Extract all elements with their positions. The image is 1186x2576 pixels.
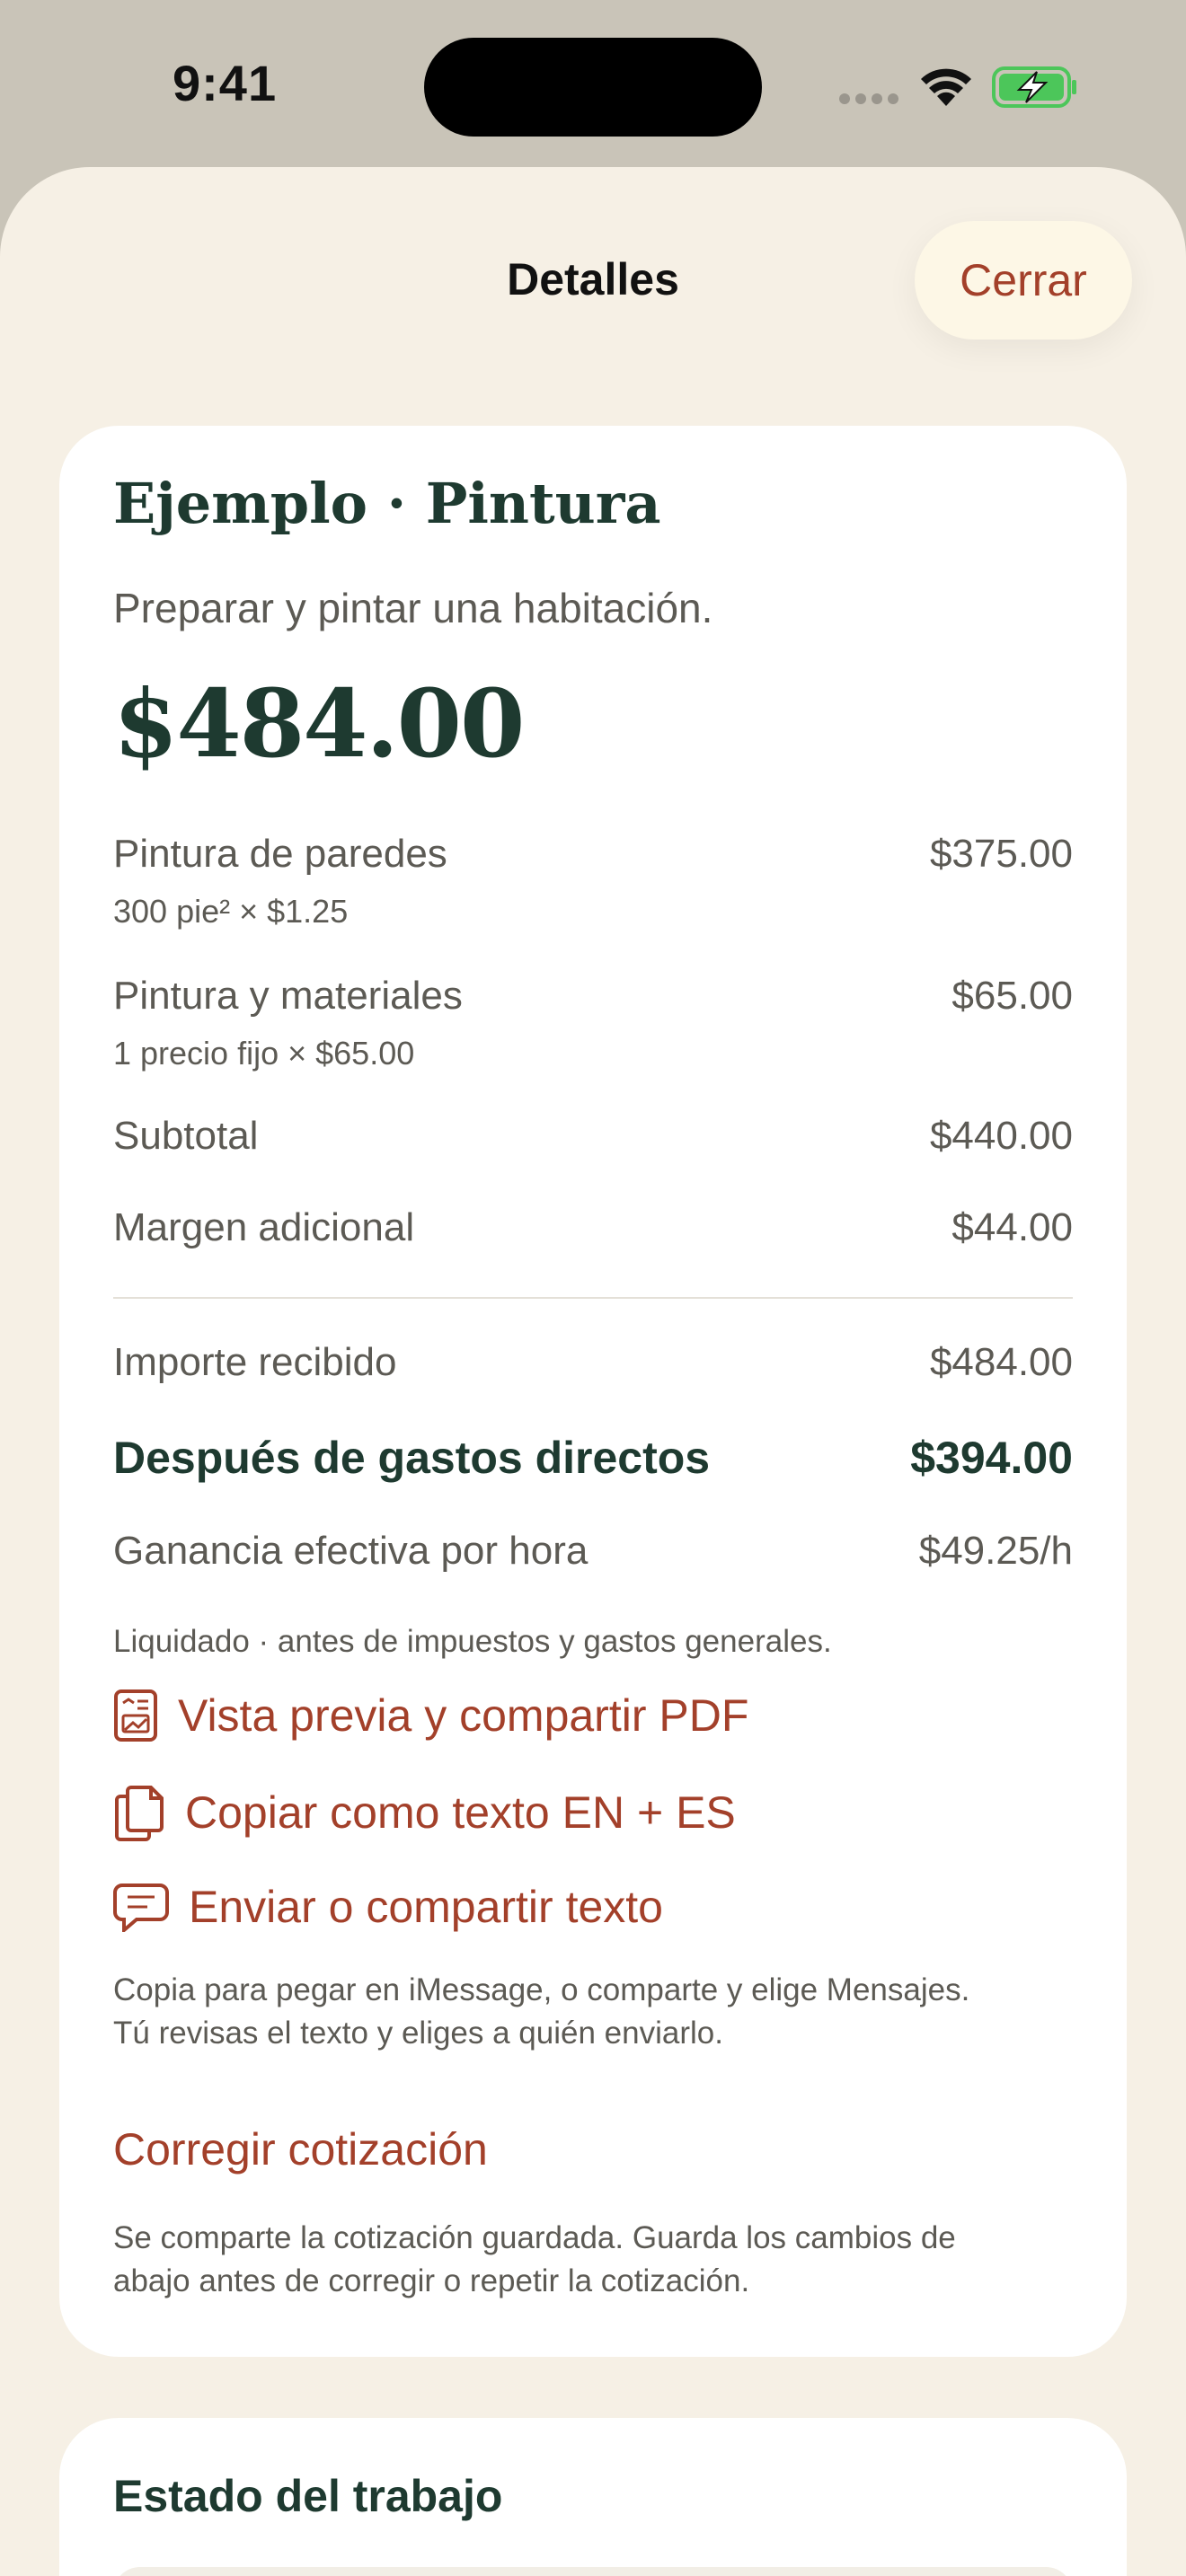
copy-icon	[115, 1786, 164, 1841]
line-item: Pintura de paredes $375.00	[113, 832, 1073, 877]
hourly-label: Ganancia efectiva por hora	[113, 1529, 589, 1573]
line-item-detail: 1 precio fijo × $65.00	[113, 1035, 415, 1072]
quote-description: Preparar y pintar una habitación.	[113, 585, 713, 631]
quote-card: Ejemplo · Pintura Preparar y pintar una …	[59, 426, 1127, 2357]
subtotal-amount: $440.00	[929, 1114, 1073, 1158]
margin-label: Margen adicional	[113, 1205, 415, 1249]
subtotal-label: Subtotal	[113, 1114, 259, 1158]
hourly-amount: $49.25/h	[918, 1529, 1073, 1573]
share-note-line: Copia para pegar en iMessage, o comparte…	[113, 1972, 970, 2007]
saved-quote-note: Se comparte la cotización guardada. Guar…	[113, 2217, 1102, 2303]
close-button[interactable]: Cerrar	[915, 221, 1132, 340]
share-note-line: Tú revisas el texto y eliges a quién env…	[113, 2016, 723, 2051]
saved-note-line: Se comparte la cotización guardada. Guar…	[113, 2220, 956, 2255]
received-row: Importe recibido $484.00	[113, 1340, 1073, 1385]
subtotal-row: Subtotal $440.00	[113, 1114, 1073, 1159]
send-text-label: Enviar o compartir texto	[189, 1882, 663, 1932]
job-status-selector[interactable]	[113, 2567, 1073, 2576]
correct-quote-link[interactable]: Corregir cotización	[113, 2123, 488, 2175]
received-amount: $484.00	[929, 1340, 1073, 1384]
copy-text-label: Copiar como texto EN + ES	[185, 1787, 736, 1838]
copy-text-button[interactable]: Copiar como texto EN + ES	[113, 1784, 736, 1841]
quote-total: $484.00	[113, 668, 525, 779]
received-label: Importe recibido	[113, 1340, 397, 1384]
dynamic-island	[424, 38, 762, 137]
after-costs-row: Después de gastos directos $394.00	[113, 1432, 1073, 1484]
hourly-row: Ganancia efectiva por hora $49.25/h	[113, 1529, 1073, 1574]
line-item: Pintura y materiales $65.00	[113, 974, 1073, 1019]
send-text-button[interactable]: Enviar o compartir texto	[113, 1881, 663, 1933]
status-bar: 9:41	[0, 0, 1186, 167]
after-costs-label: Después de gastos directos	[113, 1433, 711, 1483]
preview-pdf-label: Vista previa y compartir PDF	[178, 1690, 749, 1741]
after-costs-amount: $394.00	[910, 1433, 1073, 1483]
status-time: 9:41	[173, 55, 278, 111]
line-item-amount: $65.00	[951, 974, 1073, 1018]
divider	[113, 1297, 1073, 1299]
line-item-detail: 300 pie² × $1.25	[113, 893, 349, 930]
message-icon	[113, 1883, 169, 1932]
battery-charging-icon	[992, 66, 1076, 108]
saved-note-line: abajo antes de corregir o repetir la cot…	[113, 2263, 750, 2298]
tax-note: Liquidado · antes de impuestos y gastos …	[113, 1624, 832, 1659]
details-sheet: Detalles Cerrar Ejemplo · Pintura Prepar…	[0, 167, 1186, 2576]
line-item-amount: $375.00	[929, 832, 1073, 876]
job-status-title: Estado del trabajo	[113, 2471, 503, 2521]
margin-amount: $44.00	[951, 1205, 1073, 1249]
pdf-document-icon	[114, 1689, 157, 1742]
line-item-label: Pintura de paredes	[113, 832, 447, 876]
line-item-label: Pintura y materiales	[113, 974, 463, 1018]
margin-row: Margen adicional $44.00	[113, 1205, 1073, 1250]
preview-pdf-button[interactable]: Vista previa y compartir PDF	[113, 1689, 748, 1742]
job-status-card: Estado del trabajo	[59, 2418, 1127, 2576]
share-note: Copia para pegar en iMessage, o comparte…	[113, 1969, 1084, 2055]
quote-title: Ejemplo · Pintura	[113, 471, 661, 536]
wifi-icon	[921, 68, 971, 106]
